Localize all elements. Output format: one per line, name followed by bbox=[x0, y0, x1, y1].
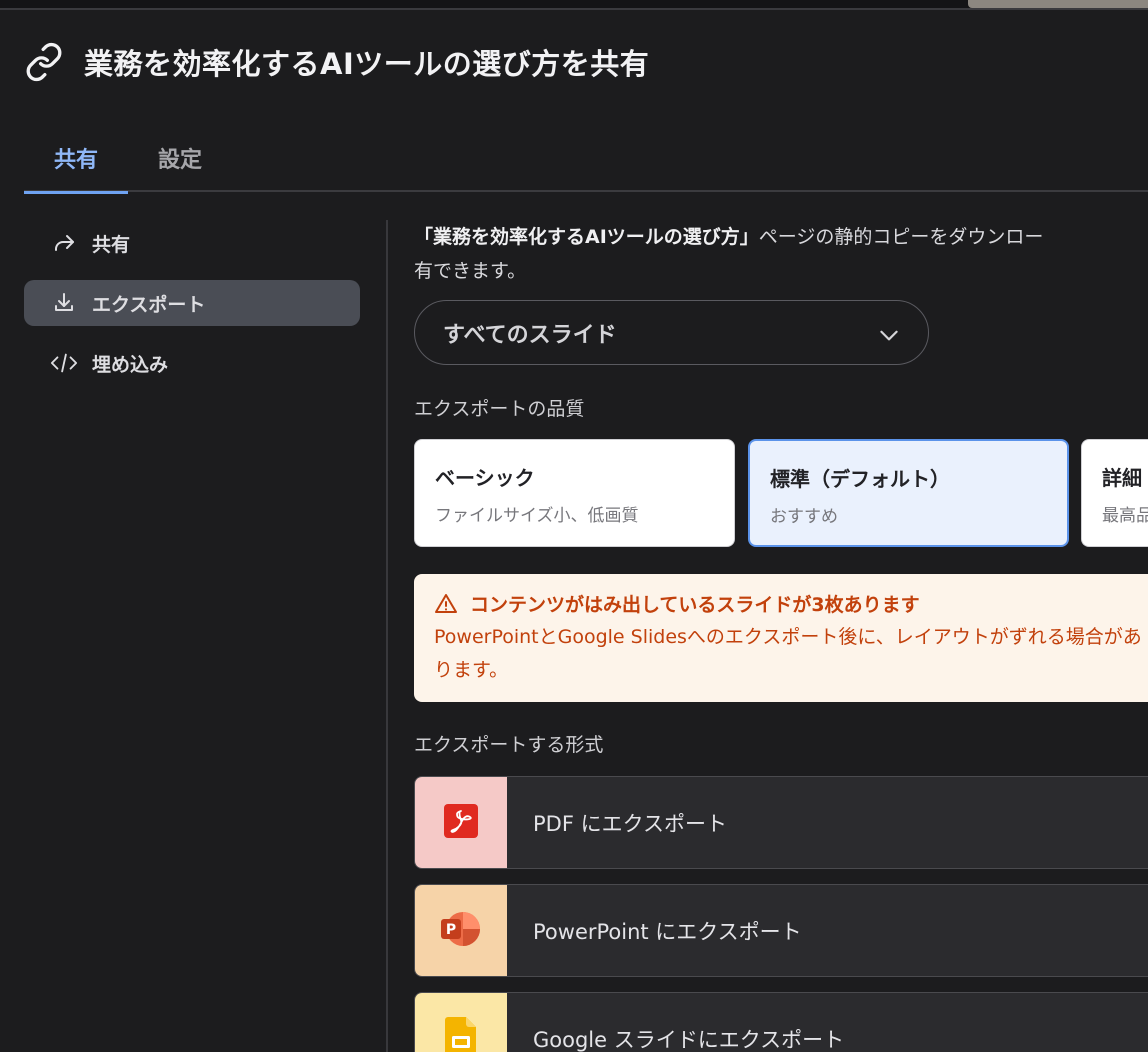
powerpoint-tile: P bbox=[415, 885, 507, 976]
quality-option-subtitle: おすすめ bbox=[770, 507, 838, 527]
warning-title: コンテンツがはみ出しているスライドが3枚あります bbox=[470, 594, 920, 616]
export-google-slides-button[interactable]: Google スライドにエクスポート bbox=[414, 992, 1148, 1052]
quality-label: エクスポートの品質 bbox=[414, 398, 585, 420]
sidebar-item-share[interactable]: 共有 bbox=[24, 220, 360, 266]
export-format-label: PDF にエクスポート bbox=[533, 811, 727, 836]
tab-share[interactable]: 共有 bbox=[24, 124, 128, 194]
sidebar-divider bbox=[386, 220, 388, 1052]
warning-icon bbox=[434, 592, 458, 616]
format-label: エクスポートする形式 bbox=[414, 734, 604, 756]
google-slides-tile bbox=[415, 993, 507, 1052]
pdf-icon bbox=[443, 803, 479, 843]
preview-thumbnail bbox=[968, 0, 1148, 8]
quality-option-title: 詳細 bbox=[1102, 466, 1142, 490]
slide-range-value: すべてのスライド bbox=[443, 322, 617, 348]
export-format-label: Google スライドにエクスポート bbox=[533, 1027, 845, 1052]
slide-range-select[interactable]: すべてのスライド bbox=[414, 300, 929, 365]
description-text: ページの静的コピーをダウンロー bbox=[758, 226, 1044, 248]
pdf-tile bbox=[415, 777, 507, 868]
download-icon bbox=[50, 289, 78, 317]
share-arrow-icon bbox=[50, 229, 78, 257]
tab-settings[interactable]: 設定 bbox=[138, 124, 222, 192]
sidebar-item-label: エクスポート bbox=[92, 293, 206, 316]
quality-option-detailed[interactable]: 詳細 最高品 bbox=[1081, 439, 1148, 547]
export-format-label: PowerPoint にエクスポート bbox=[533, 919, 802, 944]
quality-option-basic[interactable]: ベーシック ファイルサイズ小、低画質 bbox=[414, 439, 735, 547]
svg-text:P: P bbox=[446, 922, 456, 938]
dialog-header: 業務を効率化するAIツールの選び方を共有 bbox=[24, 38, 649, 86]
quality-option-subtitle: 最高品 bbox=[1102, 506, 1148, 526]
quality-option-title: 標準（デフォルト） bbox=[770, 467, 950, 491]
powerpoint-icon: P bbox=[438, 908, 484, 954]
link-icon bbox=[24, 42, 64, 82]
share-dialog: 業務を効率化するAIツールの選び方を共有 共有 設定 共有 エクスポート 埋め込… bbox=[0, 0, 1148, 1052]
quality-option-subtitle: ファイルサイズ小、低画質 bbox=[435, 506, 639, 526]
description-text-line2: 有できます。 bbox=[414, 260, 527, 282]
page-name: 「業務を効率化するAIツールの選び方」 bbox=[414, 226, 759, 248]
sidebar-item-label: 埋め込み bbox=[92, 353, 169, 376]
chevron-down-icon bbox=[876, 322, 902, 348]
code-icon bbox=[50, 349, 78, 377]
export-description: 「業務を効率化するAIツールの選び方」ページの静的コピーをダウンロー 有できます… bbox=[414, 220, 1148, 288]
top-preview-strip bbox=[0, 0, 1148, 10]
export-powerpoint-button[interactable]: P PowerPoint にエクスポート bbox=[414, 884, 1148, 977]
warning-body: PowerPointとGoogle Slidesへのエクスポート後に、レイアウト… bbox=[434, 626, 1142, 681]
tab-bar: 共有 設定 bbox=[24, 124, 1148, 194]
sidebar-item-export[interactable]: エクスポート bbox=[24, 280, 360, 326]
overflow-warning: コンテンツがはみ出しているスライドが3枚あります PowerPointとGoog… bbox=[414, 574, 1148, 702]
quality-option-title: ベーシック bbox=[435, 466, 535, 490]
export-pdf-button[interactable]: PDF にエクスポート bbox=[414, 776, 1148, 869]
google-slides-icon bbox=[445, 1016, 477, 1052]
sidebar-item-label: 共有 bbox=[92, 233, 131, 256]
sidebar-item-embed[interactable]: 埋め込み bbox=[24, 340, 360, 386]
page-title: 業務を効率化するAIツールの選び方を共有 bbox=[84, 47, 650, 81]
quality-option-standard[interactable]: 標準（デフォルト） おすすめ bbox=[748, 439, 1069, 547]
